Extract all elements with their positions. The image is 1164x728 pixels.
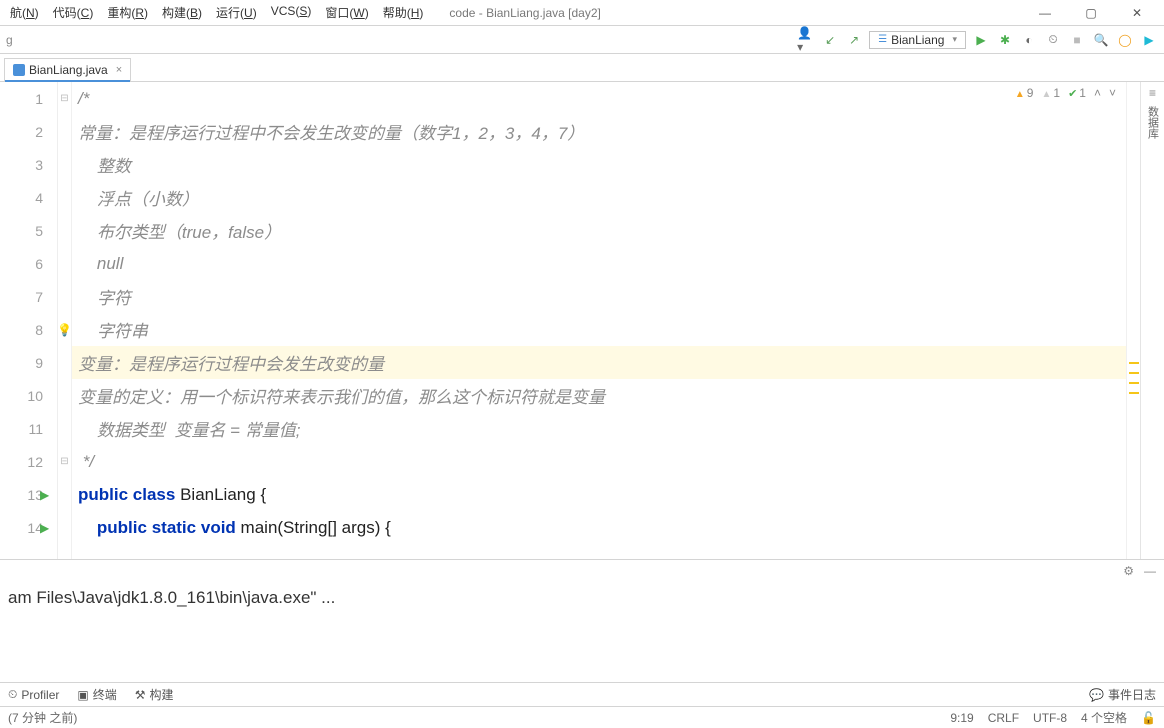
error-stripe[interactable] (1126, 82, 1140, 559)
console-toolbar: ⚙ — (0, 560, 1164, 582)
cursor-position[interactable]: 9:19 (950, 711, 973, 725)
window-close-button[interactable]: ✕ (1130, 6, 1144, 20)
fold-marker[interactable] (58, 148, 71, 181)
run-button[interactable]: ▶ (972, 31, 990, 49)
menu-帮助[interactable]: 帮助(H) (377, 2, 430, 23)
line-number: 1 (0, 82, 57, 115)
line-number: 5 (0, 214, 57, 247)
fold-marker[interactable]: ⊟ (58, 445, 71, 478)
fold-marker[interactable] (58, 412, 71, 445)
event-log-tab[interactable]: 💬事件日志 (1089, 686, 1156, 703)
gutter-run-icon[interactable]: ▶ (40, 488, 49, 502)
line-number: 10 (0, 379, 57, 412)
fold-marker[interactable]: ⊟ (58, 82, 71, 115)
menu-运行[interactable]: 运行(U) (210, 2, 263, 23)
close-tab-icon[interactable]: × (116, 64, 122, 76)
java-file-icon (13, 64, 25, 76)
window-title: code - BianLiang.java [day2] (449, 6, 600, 20)
terminal-tab[interactable]: ▣终端 (77, 686, 116, 703)
tab-bianliang[interactable]: BianLiang.java × (4, 58, 131, 81)
run-console[interactable]: am Files\Java\jdk1.8.0_161\bin\java.exe"… (0, 582, 1164, 682)
ide-icon[interactable]: ▶ (1140, 31, 1158, 49)
menu-VCS[interactable]: VCS(S) (265, 2, 318, 23)
indent-setting[interactable]: 4 个空格 (1081, 709, 1127, 726)
line-number: 7 (0, 280, 57, 313)
inspections-widget[interactable]: 9 1 1 ˄ ˅ (1015, 86, 1116, 100)
menu-bar: 航(N)代码(C)重构(R)构建(B)运行(U)VCS(S)窗口(W)帮助(H)… (0, 0, 1164, 26)
ok-count[interactable]: 1 (1068, 86, 1086, 100)
menu-构建[interactable]: 构建(B) (156, 2, 208, 23)
fold-marker[interactable] (58, 214, 71, 247)
search-icon[interactable]: 🔍 (1092, 31, 1110, 49)
fold-marker[interactable] (58, 379, 71, 412)
menu-代码[interactable]: 代码(C) (47, 2, 100, 23)
sync-icon[interactable]: ↙ (821, 31, 839, 49)
users-icon[interactable]: 👤▾ (797, 31, 815, 49)
intention-bulb-icon[interactable]: 💡 (57, 323, 72, 337)
right-tool-strip: ≡ 数据库 (1140, 82, 1164, 559)
database-tool-label[interactable]: 数据库 (1145, 106, 1161, 139)
profiler-button[interactable]: ⏲ (1044, 31, 1062, 49)
fold-marker[interactable] (58, 511, 71, 544)
readonly-lock-icon[interactable]: 🔓 (1141, 711, 1156, 725)
inspection-prev-icon[interactable]: ˄ (1094, 86, 1101, 100)
menu-航[interactable]: 航(N) (4, 2, 45, 23)
build-tab[interactable]: ⚒构建 (135, 686, 174, 703)
line-number: 8 (0, 313, 57, 346)
main-toolbar: g 👤▾ ↙ ↗ BianLiang ▶ ✱ ◐ ⏲ ■ 🔍 ◯ ▶ (0, 26, 1164, 54)
fold-column: ⊟ 💡 ⊟ (58, 82, 72, 559)
status-left: (7 分钟 之前) (8, 709, 77, 726)
line-number: 2 (0, 115, 57, 148)
console-output: am Files\Java\jdk1.8.0_161\bin\java.exe"… (8, 588, 335, 607)
window-minimize-button[interactable]: — (1038, 6, 1052, 20)
tab-label: BianLiang.java (29, 63, 108, 77)
line-number: 6 (0, 247, 57, 280)
code-area[interactable]: 9 1 1 ˄ ˅ /* 常量：是程序运行过程中不会发生改变的量（数字1，2，3… (72, 82, 1126, 559)
editor-tabs: BianLiang.java × (0, 54, 1164, 82)
line-number: 12 (0, 445, 57, 478)
breadcrumb-partial: g (6, 33, 13, 47)
warnings-count[interactable]: 9 (1015, 86, 1034, 100)
fold-marker[interactable] (58, 346, 71, 379)
vcs-arrow-icon[interactable]: ↗ (845, 31, 863, 49)
console-hide-icon[interactable]: — (1144, 564, 1156, 578)
run-configuration-select[interactable]: BianLiang (869, 31, 966, 49)
editor: 12345678910111213▶14▶ ⊟💡⊟ 9 1 1 ˄ ˅ /* 常… (0, 82, 1164, 559)
debug-button[interactable]: ✱ (996, 31, 1014, 49)
bottom-tool-tabs: ⏲Profiler ▣终端 ⚒构建 💬事件日志 (0, 682, 1164, 706)
stop-button[interactable]: ■ (1068, 31, 1086, 49)
database-tool-icon[interactable]: ≡ (1149, 86, 1156, 100)
menu-重构[interactable]: 重构(R) (101, 2, 154, 23)
line-number: 13▶ (0, 478, 57, 511)
settings-icon[interactable]: ◯ (1116, 31, 1134, 49)
line-gutter: 12345678910111213▶14▶ (0, 82, 58, 559)
fold-marker[interactable] (58, 280, 71, 313)
window-maximize-button[interactable]: ▢ (1084, 6, 1098, 20)
inspection-next-icon[interactable]: ˅ (1109, 86, 1116, 100)
fold-marker[interactable] (58, 247, 71, 280)
line-number: 4 (0, 181, 57, 214)
console-settings-icon[interactable]: ⚙ (1123, 564, 1134, 578)
fold-marker[interactable] (58, 115, 71, 148)
status-bar: (7 分钟 之前) 9:19 CRLF UTF-8 4 个空格 🔓 (0, 706, 1164, 728)
line-number: 11 (0, 412, 57, 445)
line-number: 9 (0, 346, 57, 379)
gutter-run-icon[interactable]: ▶ (40, 521, 49, 535)
line-number: 3 (0, 148, 57, 181)
fold-marker[interactable]: 💡 (58, 313, 71, 346)
menu-窗口[interactable]: 窗口(W) (319, 2, 374, 23)
line-separator[interactable]: CRLF (988, 711, 1019, 725)
profiler-tab[interactable]: ⏲Profiler (8, 687, 59, 702)
fold-marker[interactable] (58, 478, 71, 511)
line-number: 14▶ (0, 511, 57, 544)
file-encoding[interactable]: UTF-8 (1033, 711, 1067, 725)
weak-warnings-count[interactable]: 1 (1041, 86, 1060, 100)
fold-marker[interactable] (58, 181, 71, 214)
coverage-button[interactable]: ◐ (1020, 31, 1038, 49)
